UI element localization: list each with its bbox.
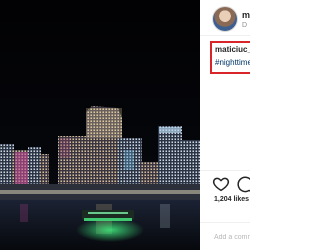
comment-icon [237,176,250,193]
post-photo[interactable] [0,0,200,250]
actions-divider [200,170,250,171]
post-sidebar: m D maticiuc_ #nighttime 1,204 likes [200,0,250,250]
city-skyline-image [0,0,200,250]
profile-photo[interactable] [213,7,237,31]
comment-input[interactable] [214,231,250,243]
like-button[interactable] [212,175,230,193]
caption-username[interactable]: maticiuc_ [215,45,250,55]
caption-highlight: maticiuc_ #nighttime [210,41,250,74]
comment-divider [200,222,250,223]
author-username[interactable]: m [242,10,250,20]
post-meta: D [242,22,248,29]
heart-icon [212,177,230,192]
header-divider [200,35,250,36]
comment-button[interactable] [236,175,250,193]
boat-glow [76,218,144,242]
caption-hashtag[interactable]: #nighttime [215,58,250,68]
likes-count[interactable]: 1,204 likes [214,196,249,203]
